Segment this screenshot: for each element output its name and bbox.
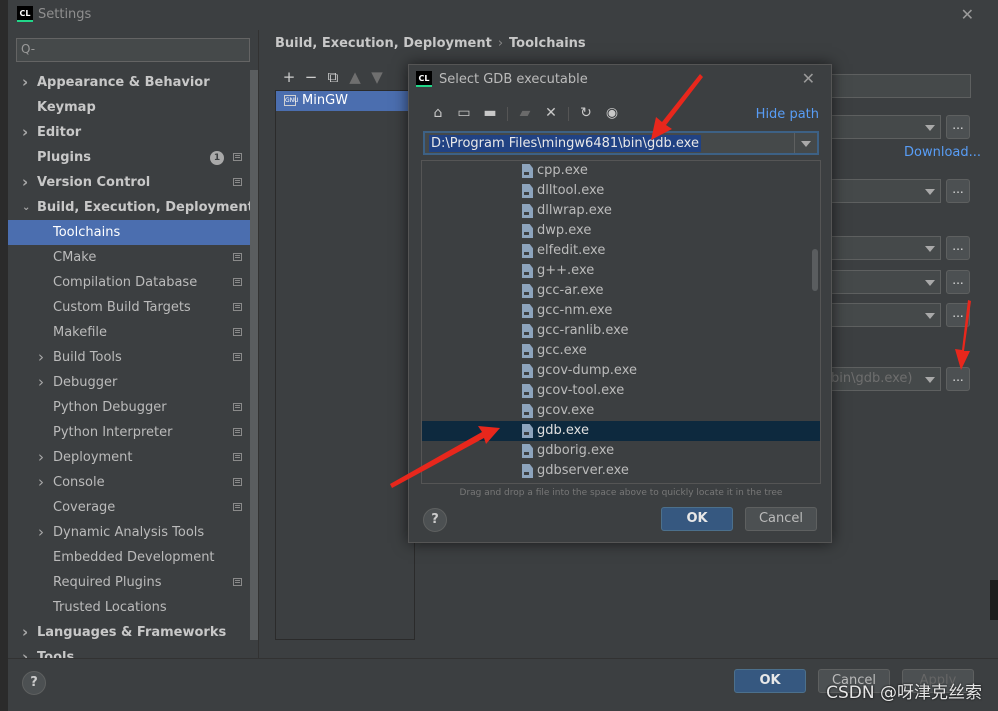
background-edge [990, 580, 998, 620]
watermark: CSDN @呀津克丝索 [826, 683, 982, 703]
arrow-to-browse-button [955, 300, 971, 370]
arrow-to-path-field [651, 74, 703, 140]
annotation-arrows [390, 74, 971, 488]
arrow-to-gdb-file [390, 426, 500, 488]
